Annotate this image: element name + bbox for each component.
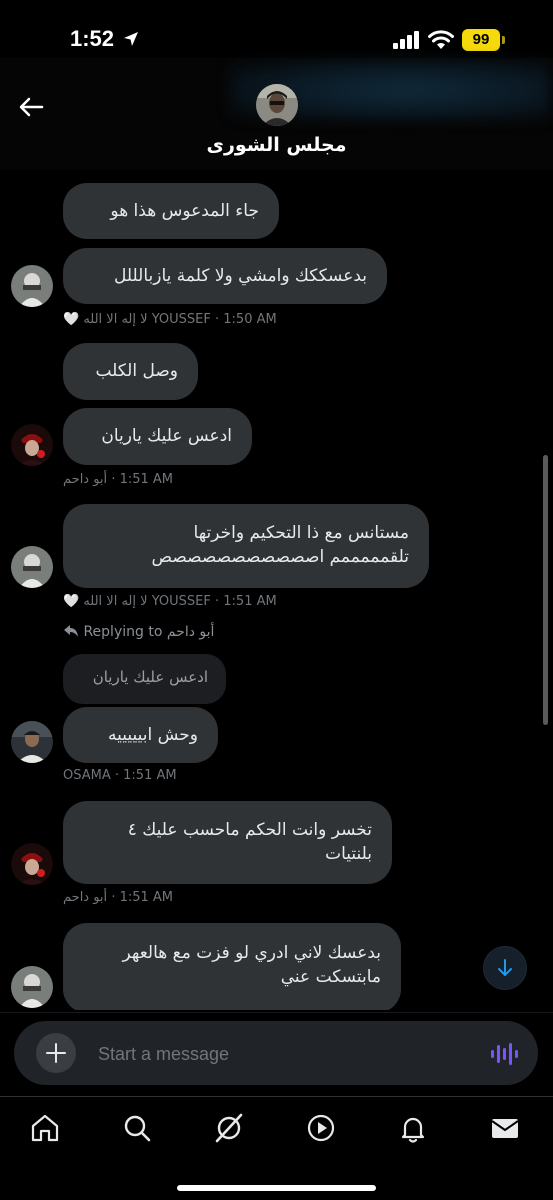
message-time: 1:51 AM: [119, 472, 174, 487]
message-text-line: مستانس مع ذا التحكيم واخرتها: [193, 523, 409, 543]
search-icon[interactable]: [120, 1111, 154, 1145]
message-time: 1:51 AM: [123, 768, 177, 783]
message-input[interactable]: [98, 1041, 458, 1067]
sender-name: OSAMA: [63, 768, 111, 783]
message-text-line: مابتسكت عني: [280, 967, 381, 987]
avatar[interactable]: [11, 424, 53, 466]
home-icon[interactable]: [28, 1111, 62, 1145]
message-bubble[interactable]: بدعسك لاني ادري لو فزت مع هالعهر مابتسكت…: [63, 923, 401, 1010]
plus-icon: [46, 1043, 66, 1063]
add-attachment-button[interactable]: [36, 1033, 76, 1073]
message-time: 1:51 AM: [119, 890, 174, 905]
group-title: مجلس الشورى: [206, 134, 347, 156]
message-text: وحش ابيييييه: [107, 725, 198, 745]
message-composer: [14, 1021, 538, 1085]
message-bubble[interactable]: وصل الكلب: [63, 343, 198, 400]
battery-tip: [502, 36, 505, 44]
message-text-line: بدعسك لاني ادري لو فزت مع هالعهر: [122, 943, 382, 963]
messages-envelope-icon[interactable]: [488, 1111, 522, 1145]
message-bubble[interactable]: تخسر وانت الحكم ماحسب عليك ٤ بلنتيات: [63, 801, 392, 884]
conversation-header: مجلس الشورى: [0, 58, 553, 170]
sender-name: أبو داحم: [63, 472, 108, 487]
home-indicator: [177, 1185, 376, 1191]
message-text-line: تخسر وانت الحكم ماحسب عليك ٤: [127, 820, 372, 840]
message-text: بدعسككك وامشي ولا كلمة يازبالللل: [114, 266, 367, 286]
message-meta: OSAMA · 1:51 AM: [63, 768, 177, 783]
group-avatar[interactable]: [256, 84, 298, 126]
message-time: 1:51 AM: [223, 594, 277, 609]
location-arrow-icon: [124, 32, 138, 46]
message-bubble[interactable]: جاء المدعوس هذا هو: [63, 183, 279, 239]
message-list[interactable]: جاء المدعوس هذا هو بدعسككك وامشي ولا كلم…: [0, 170, 553, 1010]
reply-arrow-icon: [64, 625, 78, 637]
message-bubble[interactable]: وحش ابيييييه: [63, 707, 218, 763]
quoted-text: ادعس عليك ياريان: [92, 668, 208, 686]
avatar[interactable]: [11, 546, 53, 588]
sender-name: YOUSSEF لا إله الا الله 🤍: [63, 594, 211, 609]
message-text: وصل الكلب: [95, 361, 178, 381]
message-meta: أبو داحم · 1:51 AM: [63, 890, 174, 905]
wifi-icon: [428, 30, 454, 49]
bottom-navigation: [0, 1096, 553, 1200]
message-bubble[interactable]: بدعسككك وامشي ولا كلمة يازبالللل: [63, 248, 387, 304]
avatar[interactable]: [11, 966, 53, 1008]
sender-name: YOUSSEF لا إله الا الله 🤍: [63, 312, 211, 327]
message-text-line: تلقمممممم اصصصصصصصصصصص: [151, 547, 409, 567]
message-meta: أبو داحم · 1:51 AM: [63, 472, 174, 487]
composer-area: [0, 1012, 553, 1096]
avatar[interactable]: [11, 265, 53, 307]
voice-message-icon[interactable]: [488, 1039, 518, 1069]
message-meta: YOUSSEF لا إله الا الله 🤍 · 1:51 AM: [63, 594, 277, 609]
message-bubble[interactable]: ادعس عليك ياريان: [63, 408, 252, 465]
scroll-to-bottom-button[interactable]: [483, 946, 527, 990]
grok-icon[interactable]: [212, 1111, 246, 1145]
message-text: ادعس عليك ياريان: [101, 426, 232, 446]
avatar[interactable]: [11, 721, 53, 763]
message-meta: YOUSSEF لا إله الا الله 🤍 · 1:50 AM: [63, 312, 277, 327]
quoted-message[interactable]: ادعس عليك ياريان: [63, 654, 226, 704]
avatar[interactable]: [11, 843, 53, 885]
message-text-line: بلنتيات: [325, 844, 372, 864]
reply-indicator: Replying to أبو داحم: [63, 624, 214, 640]
arrow-down-icon: [498, 959, 512, 976]
notifications-bell-icon[interactable]: [396, 1111, 430, 1145]
scrollbar-thumb[interactable]: [543, 455, 548, 725]
status-time: 1:52: [70, 26, 115, 51]
battery-indicator: 99: [462, 29, 500, 51]
reply-label: Replying to أبو داحم: [83, 624, 215, 640]
message-text: جاء المدعوس هذا هو: [110, 201, 259, 221]
signal-bars-icon: [393, 31, 419, 49]
video-play-icon[interactable]: [304, 1111, 338, 1145]
message-bubble[interactable]: مستانس مع ذا التحكيم واخرتها تلقمممممم ا…: [63, 504, 429, 588]
message-time: 1:50 AM: [223, 312, 277, 327]
back-arrow-icon[interactable]: [16, 92, 46, 122]
sender-name: أبو داحم: [63, 890, 108, 905]
